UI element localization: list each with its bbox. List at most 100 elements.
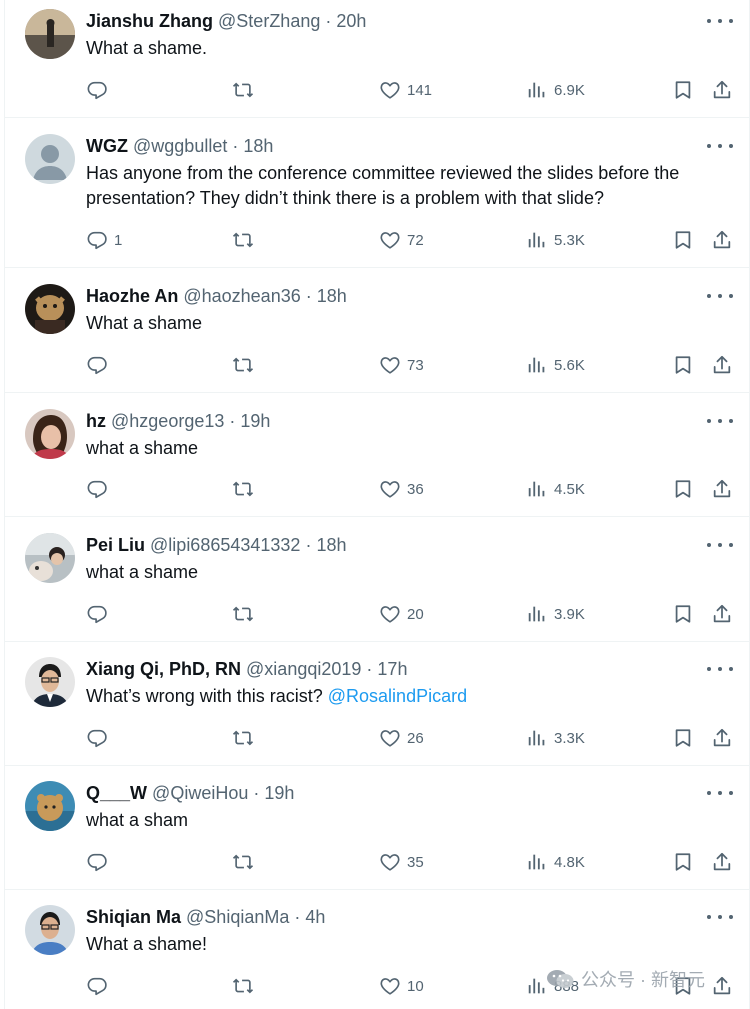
more-icon[interactable] — [707, 661, 733, 677]
avatar[interactable] — [25, 905, 75, 955]
retweet-button[interactable] — [232, 600, 254, 628]
author-name[interactable]: Haozhe An — [86, 286, 178, 306]
avatar[interactable] — [25, 657, 75, 707]
timestamp[interactable]: 19h — [264, 783, 294, 803]
tweet[interactable]: hz @hzgeorge13 · 19h what a shame 36 4.5… — [5, 393, 749, 517]
retweet-button[interactable] — [232, 848, 254, 876]
retweet-button[interactable] — [232, 724, 254, 752]
like-button[interactable]: 26 — [379, 724, 424, 752]
bookmark-button[interactable] — [672, 226, 694, 254]
share-icon — [713, 728, 731, 747]
author-handle[interactable]: @SterZhang — [218, 11, 320, 31]
retweet-button[interactable] — [232, 972, 254, 1000]
avatar[interactable] — [25, 284, 75, 334]
author-handle[interactable]: @haozhean36 — [183, 286, 300, 306]
author-handle[interactable]: @QiweiHou — [152, 783, 248, 803]
avatar[interactable] — [25, 9, 75, 59]
author-handle[interactable]: @wggbullet — [133, 136, 227, 156]
retweet-button[interactable] — [232, 76, 254, 104]
share-button[interactable] — [711, 475, 733, 503]
author-name[interactable]: WGZ — [86, 136, 128, 156]
timestamp[interactable]: 20h — [336, 11, 366, 31]
author-name[interactable]: Xiang Qi, PhD, RN — [86, 659, 241, 679]
like-button[interactable]: 72 — [379, 226, 424, 254]
reply-button[interactable] — [86, 848, 114, 876]
views-button[interactable]: 4.5K — [526, 475, 585, 503]
more-icon[interactable] — [707, 288, 733, 304]
bookmark-button[interactable] — [672, 351, 694, 379]
author-name[interactable]: Jianshu Zhang — [86, 11, 213, 31]
share-button[interactable] — [711, 226, 733, 254]
like-button[interactable]: 73 — [379, 351, 424, 379]
more-icon[interactable] — [707, 909, 733, 925]
share-button[interactable] — [711, 600, 733, 628]
like-button[interactable]: 10 — [379, 972, 424, 1000]
author-name[interactable]: Q___W — [86, 783, 147, 803]
author-handle[interactable]: @ShiqianMa — [186, 907, 289, 927]
views-button[interactable]: 5.6K — [526, 351, 585, 379]
avatar[interactable] — [25, 533, 75, 583]
reply-button[interactable] — [86, 76, 114, 104]
bookmark-button[interactable] — [672, 848, 694, 876]
views-button[interactable]: 5.3K — [526, 226, 585, 254]
tweet[interactable]: WGZ @wggbullet · 18h Has anyone from the… — [5, 118, 749, 268]
tweet[interactable]: Q___W @QiweiHou · 19h what a sham 35 4.8… — [5, 766, 749, 890]
author-handle[interactable]: @lipi68654341332 — [150, 535, 300, 555]
like-button[interactable]: 20 — [379, 600, 424, 628]
tweet[interactable]: Xiang Qi, PhD, RN @xiangqi2019 · 17h Wha… — [5, 642, 749, 766]
retweet-button[interactable] — [232, 475, 254, 503]
views-button[interactable]: 3.3K — [526, 724, 585, 752]
more-icon[interactable] — [707, 13, 733, 29]
tweet-text: What a shame. — [86, 38, 208, 58]
author-name[interactable]: hz — [86, 411, 106, 431]
share-button[interactable] — [711, 76, 733, 104]
avatar[interactable] — [25, 409, 75, 459]
views-button[interactable]: 3.9K — [526, 600, 585, 628]
timestamp[interactable]: 18h — [317, 286, 347, 306]
bookmark-button[interactable] — [672, 600, 694, 628]
retweet-button[interactable] — [232, 351, 254, 379]
bookmark-button[interactable] — [672, 76, 694, 104]
tweet[interactable]: Pei Liu @lipi68654341332 · 18h what a sh… — [5, 517, 749, 642]
like-button[interactable]: 35 — [379, 848, 424, 876]
author-handle[interactable]: @xiangqi2019 — [246, 659, 361, 679]
more-icon[interactable] — [707, 537, 733, 553]
tweet-text: What a shame — [86, 313, 203, 333]
like-button[interactable]: 141 — [379, 76, 432, 104]
bookmark-button[interactable] — [672, 475, 694, 503]
like-button[interactable]: 36 — [379, 475, 424, 503]
mention-link[interactable]: @RosalindPicard — [328, 686, 467, 706]
timestamp[interactable]: 18h — [316, 535, 346, 555]
share-button[interactable] — [711, 724, 733, 752]
reply-button[interactable] — [86, 475, 114, 503]
more-icon[interactable] — [707, 785, 733, 801]
avatar[interactable] — [25, 134, 75, 184]
reply-button[interactable] — [86, 724, 114, 752]
more-icon[interactable] — [707, 413, 733, 429]
timestamp[interactable]: 18h — [243, 136, 273, 156]
avatar[interactable] — [25, 781, 75, 831]
timestamp[interactable]: 17h — [377, 659, 407, 679]
reply-button[interactable] — [86, 351, 114, 379]
author-name[interactable]: Shiqian Ma — [86, 907, 181, 927]
retweet-button[interactable] — [232, 226, 254, 254]
reply-button[interactable] — [86, 972, 114, 1000]
tweet[interactable]: Haozhe An @haozhean36 · 18h What a shame… — [5, 268, 749, 393]
views-button[interactable]: 6.9K — [526, 76, 585, 104]
reply-button[interactable]: 1 — [86, 226, 122, 254]
share-button[interactable] — [711, 848, 733, 876]
share-button[interactable] — [711, 972, 733, 1000]
author-name[interactable]: Pei Liu — [86, 535, 145, 555]
timestamp[interactable]: 4h — [305, 907, 325, 927]
share-button[interactable] — [711, 351, 733, 379]
timestamp[interactable]: 19h — [240, 411, 270, 431]
views-icon — [528, 232, 545, 248]
view-count: 5.3K — [554, 231, 585, 249]
reply-button[interactable] — [86, 600, 114, 628]
bookmark-button[interactable] — [672, 724, 694, 752]
tweet[interactable]: Jianshu Zhang @SterZhang · 20h What a sh… — [5, 0, 749, 118]
tweet-text: what a shame — [86, 438, 199, 458]
views-button[interactable]: 4.8K — [526, 848, 585, 876]
more-icon[interactable] — [707, 138, 733, 154]
author-handle[interactable]: @hzgeorge13 — [111, 411, 224, 431]
